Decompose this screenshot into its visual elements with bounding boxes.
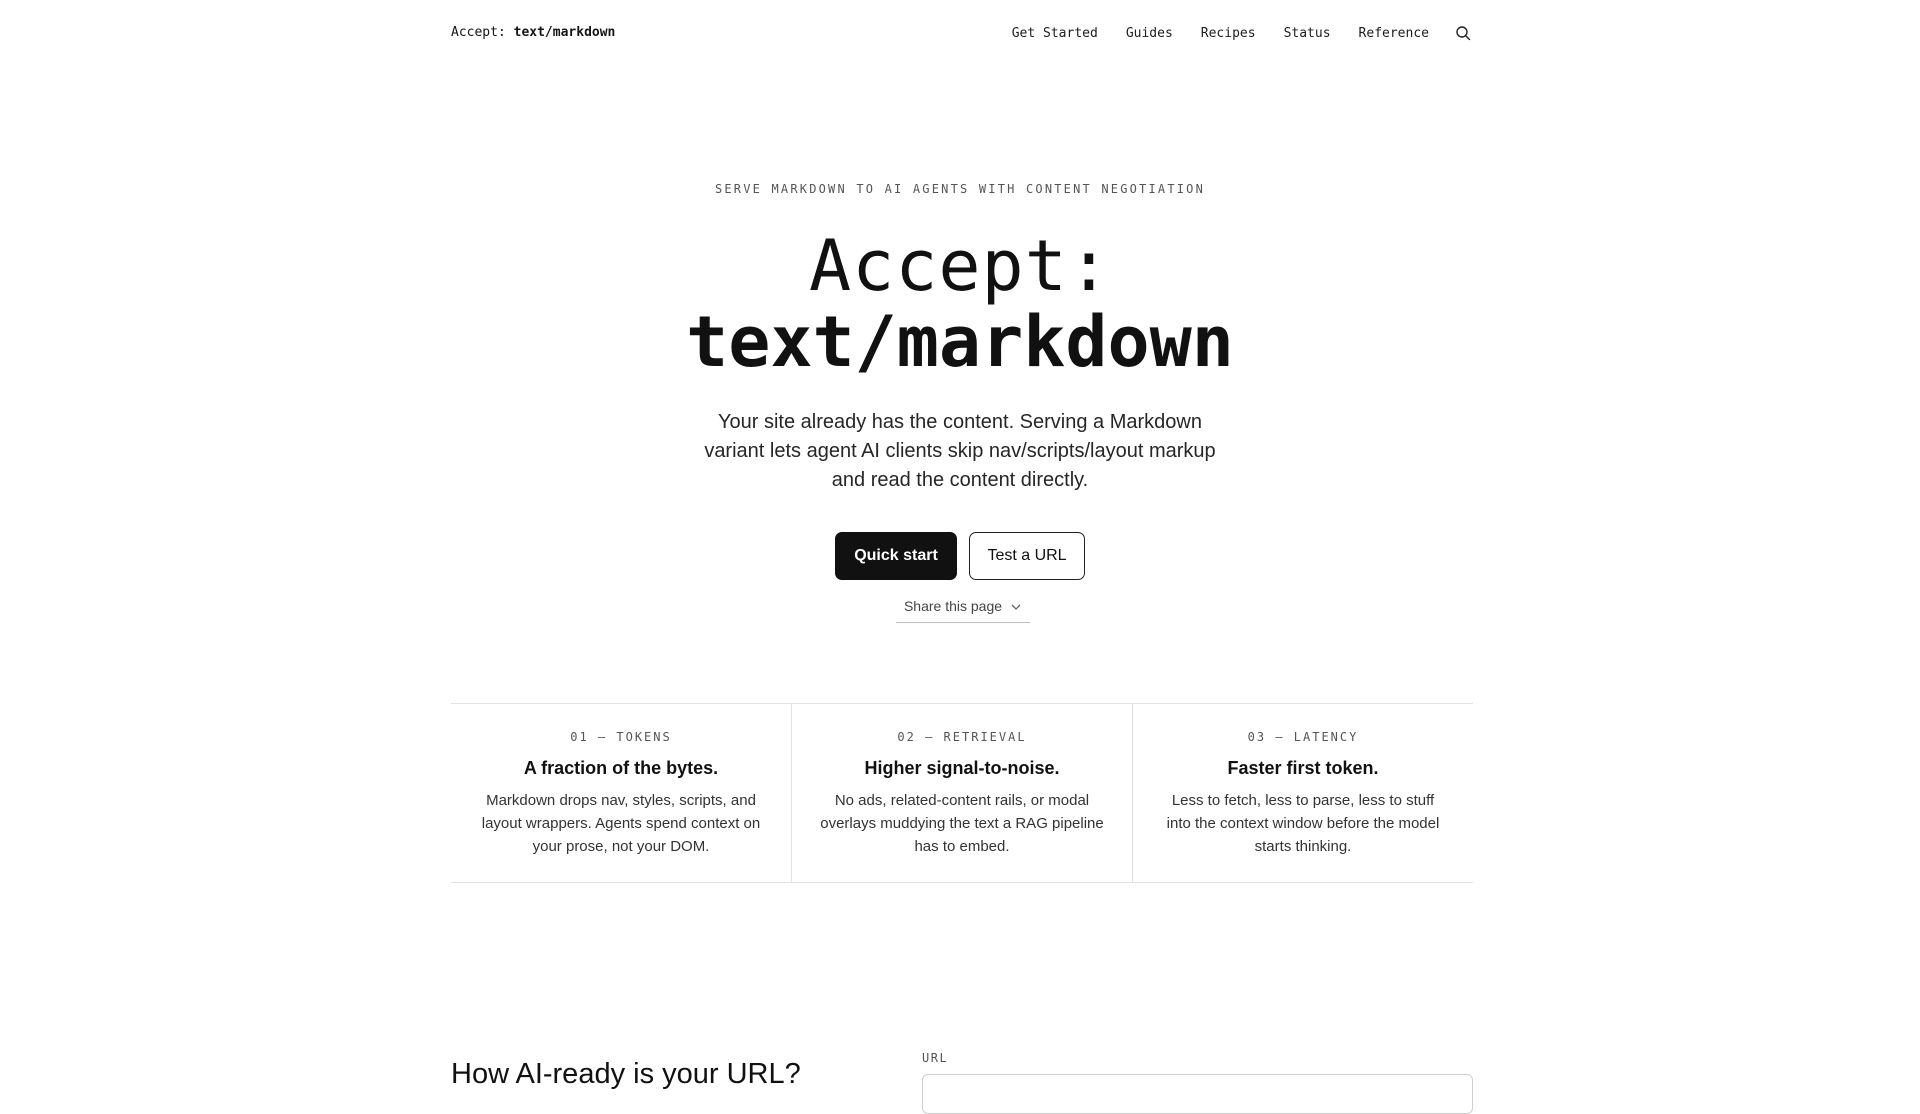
feature-label: 03 — LATENCY (1247, 730, 1359, 744)
feature-latency: 03 — LATENCY Faster first token. Less to… (1133, 704, 1473, 882)
feature-description: Less to fetch, less to parse, less to st… (1166, 792, 1440, 855)
site-logo-link[interactable]: Accept: text/markdown (451, 25, 615, 40)
nav-guides[interactable]: Guides (1126, 26, 1173, 41)
share-page-label: Share this page (903, 598, 1003, 614)
chevron-down-icon (1011, 604, 1021, 610)
site-header: Accept: text/markdown Get Started Guides… (0, 0, 1920, 68)
nav-reference[interactable]: Reference (1359, 26, 1429, 41)
features-row: 01 — TOKENS A fraction of the bytes. Mar… (451, 703, 1473, 883)
test-url-button[interactable]: Test a URL (969, 532, 1085, 580)
hero-subtitle: Your site already has the content. Servi… (704, 411, 1216, 491)
hero-title-line2: text/markdown (686, 301, 1234, 383)
nav-get-started[interactable]: Get Started (1012, 26, 1098, 41)
hero-title: Accept: text/markdown (0, 228, 1920, 380)
hero-cta-row: Quick start Test a URL (0, 532, 1920, 580)
feature-description: Markdown drops nav, styles, scripts, and… (481, 792, 761, 855)
brand-suffix: text/markdown (513, 25, 616, 40)
feature-label: 01 — TOKENS (570, 730, 672, 744)
url-field-label: URL (922, 1051, 949, 1065)
nav-status[interactable]: Status (1284, 26, 1331, 41)
feature-title: Faster first token. (1227, 758, 1379, 778)
feature-title: A fraction of the bytes. (523, 758, 719, 778)
search-icon[interactable] (1455, 25, 1471, 41)
feature-label: 02 — RETRIEVAL (897, 730, 1027, 744)
main-nav: Get Started Guides Recipes Status Refere… (1012, 25, 1471, 41)
hero-title-line1: Accept: (808, 225, 1111, 307)
checker-title: How AI-ready is your URL? (451, 1058, 801, 1090)
feature-title: Higher signal-to-noise. (864, 758, 1060, 778)
feature-description: No ads, related-content rails, or modal … (820, 792, 1104, 855)
feature-tokens: 01 — TOKENS A fraction of the bytes. Mar… (451, 704, 792, 882)
share-page-dropdown[interactable]: Share this page (896, 598, 1030, 623)
feature-retrieval: 02 — RETRIEVAL Higher signal-to-noise. N… (792, 704, 1133, 882)
nav-recipes[interactable]: Recipes (1201, 26, 1256, 41)
hero-eyebrow: SERVE MARKDOWN TO AI AGENTS WITH CONTENT… (714, 182, 1206, 196)
url-input[interactable] (922, 1074, 1473, 1114)
brand-prefix: Accept: (451, 25, 514, 40)
quick-start-button[interactable]: Quick start (835, 532, 957, 580)
